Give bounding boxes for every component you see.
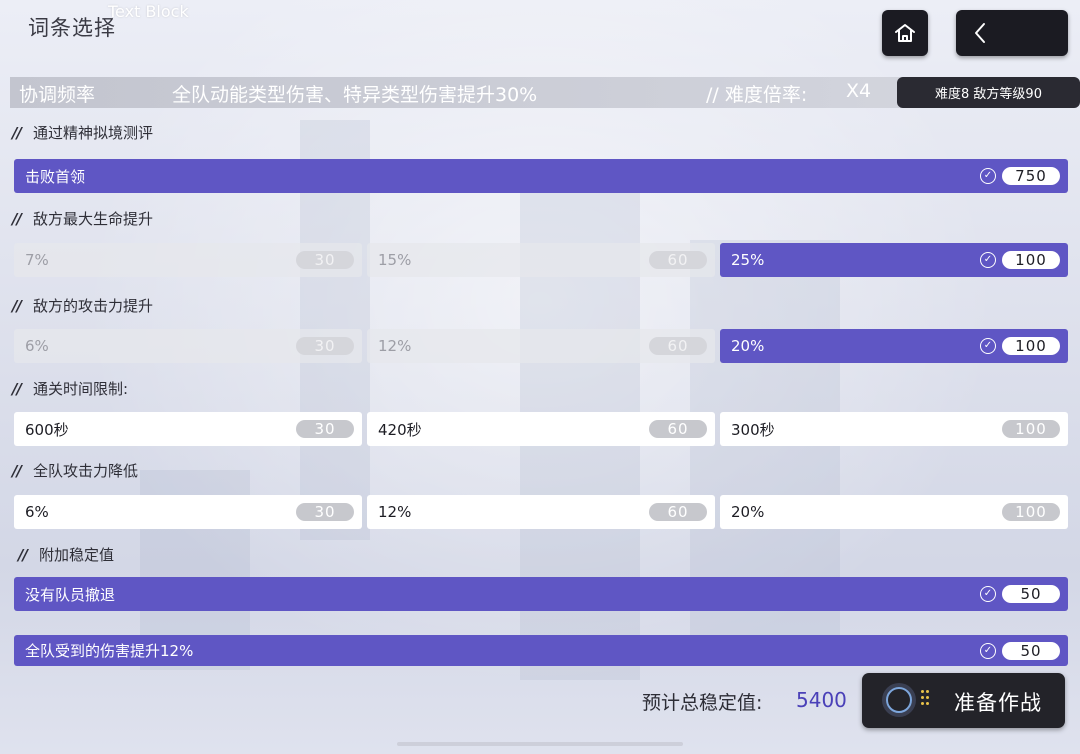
score-pill: 30 bbox=[296, 337, 354, 355]
score-pill: 50 bbox=[1002, 641, 1060, 660]
score-pill: 750 bbox=[1002, 167, 1060, 185]
option-enemy-atk-12: 12% 60 bbox=[367, 329, 715, 363]
option-team-atk-6[interactable]: 6% 30 bbox=[14, 495, 362, 529]
score-pill: 100 bbox=[1002, 420, 1060, 438]
section-title: //通过精神拟境测评 bbox=[12, 124, 153, 142]
total-stability-label: 预计总稳定值: bbox=[642, 692, 763, 714]
option-no-retreat[interactable]: 没有队员撤退 ✓ 50 bbox=[14, 577, 1068, 611]
option-enemy-hp-15: 15% 60 bbox=[367, 243, 715, 277]
score-pill: 100 bbox=[1002, 503, 1060, 521]
score-pill: 30 bbox=[296, 420, 354, 438]
check-icon: ✓ bbox=[980, 252, 996, 268]
ring-icon bbox=[886, 687, 912, 713]
home-indicator-bar[interactable] bbox=[397, 742, 683, 746]
score-pill: 60 bbox=[649, 420, 707, 438]
score-pill: 60 bbox=[649, 337, 707, 355]
option-enemy-hp-7: 7% 30 bbox=[14, 243, 362, 277]
option-defeat-boss[interactable]: 击败首领 ✓ 750 bbox=[14, 159, 1068, 193]
section-title: //敌方最大生命提升 bbox=[12, 210, 153, 228]
check-icon: ✓ bbox=[980, 338, 996, 354]
modifier-effect: 全队动能类型伤害、特异类型伤害提升30% bbox=[172, 84, 538, 106]
section-title: //附加稳定值 bbox=[18, 546, 114, 564]
score-pill: 60 bbox=[649, 251, 707, 269]
home-icon bbox=[895, 24, 915, 42]
option-team-atk-12[interactable]: 12% 60 bbox=[367, 495, 715, 529]
score-pill: 100 bbox=[1002, 337, 1060, 355]
modifier-name: 协调频率 bbox=[19, 84, 96, 106]
multiplier-label: // 难度倍率: bbox=[706, 84, 808, 106]
chevron-left-icon bbox=[975, 23, 985, 43]
dots-icon bbox=[921, 690, 929, 710]
section-title: //敌方的攻击力提升 bbox=[12, 297, 153, 315]
text-block-label: Text Block bbox=[108, 2, 189, 21]
option-time-600[interactable]: 600秒 30 bbox=[14, 412, 362, 446]
multiplier-value: X4 bbox=[846, 80, 872, 102]
option-time-300[interactable]: 300秒 100 bbox=[720, 412, 1068, 446]
total-stability-value: 5400 bbox=[796, 688, 847, 712]
back-button[interactable] bbox=[956, 10, 1068, 56]
option-team-atk-20[interactable]: 20% 100 bbox=[720, 495, 1068, 529]
check-icon: ✓ bbox=[980, 642, 996, 659]
check-icon: ✓ bbox=[980, 586, 996, 602]
option-damage-taken-12[interactable]: 全队受到的伤害提升12% ✓ 50 bbox=[14, 635, 1068, 666]
section-title: //通关时间限制: bbox=[12, 380, 129, 398]
section-title: //全队攻击力降低 bbox=[12, 462, 138, 480]
score-pill: 30 bbox=[296, 251, 354, 269]
score-pill: 60 bbox=[649, 503, 707, 521]
start-battle-label: 准备作战 bbox=[954, 691, 1042, 715]
difficulty-badge: 难度8 敌方等级90 bbox=[897, 77, 1080, 108]
page-title: 词条选择 bbox=[28, 16, 116, 40]
option-enemy-atk-6: 6% 30 bbox=[14, 329, 362, 363]
option-enemy-hp-25[interactable]: 25% ✓ 100 bbox=[720, 243, 1068, 277]
option-time-420[interactable]: 420秒 60 bbox=[367, 412, 715, 446]
option-enemy-atk-20[interactable]: 20% ✓ 100 bbox=[720, 329, 1068, 363]
check-icon: ✓ bbox=[980, 168, 996, 184]
start-battle-button[interactable]: 准备作战 bbox=[862, 673, 1065, 728]
score-pill: 50 bbox=[1002, 585, 1060, 603]
score-pill: 30 bbox=[296, 503, 354, 521]
score-pill: 100 bbox=[1002, 251, 1060, 269]
home-button[interactable] bbox=[882, 10, 928, 56]
